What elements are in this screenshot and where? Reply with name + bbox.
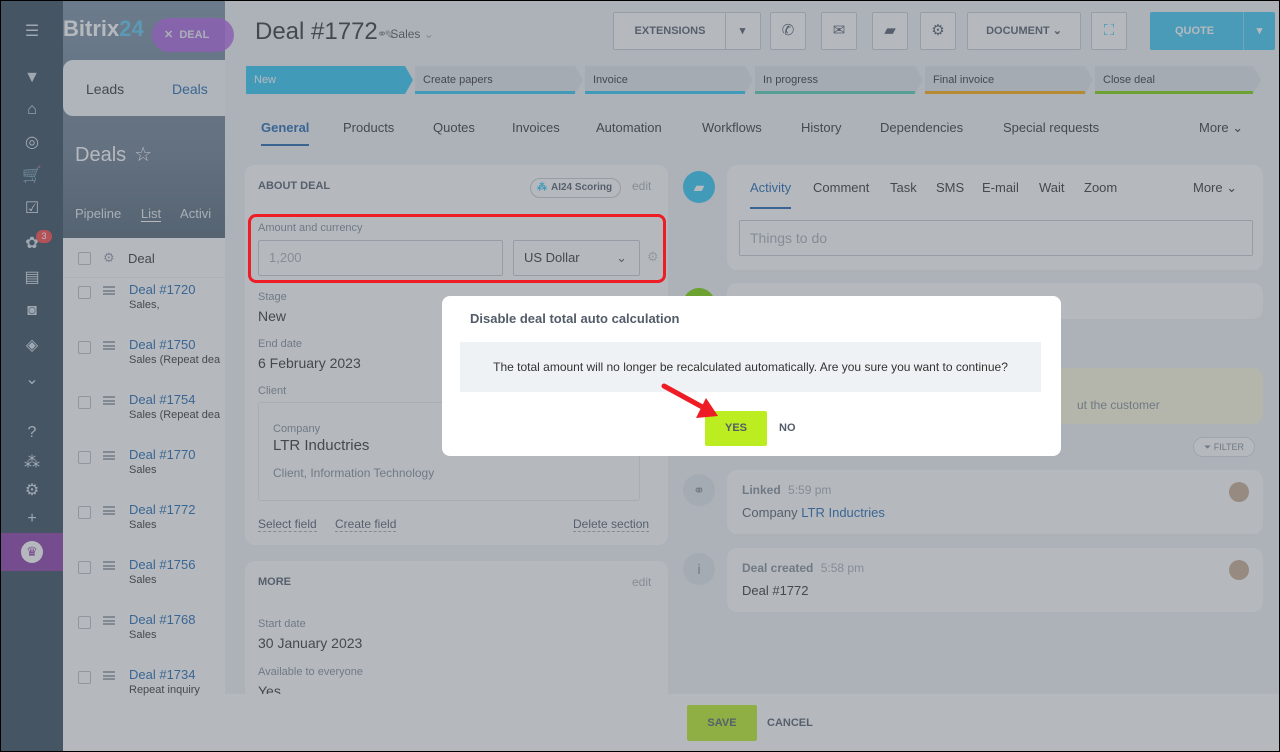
- pointer-arrow-icon: [661, 383, 718, 418]
- dialog-message: The total amount will no longer be recal…: [460, 342, 1041, 392]
- highlight-frame: [248, 214, 666, 283]
- confirm-dialog: Disable deal total auto calculation The …: [442, 296, 1061, 456]
- dialog-title: Disable deal total auto calculation: [470, 311, 680, 326]
- no-button[interactable]: NO: [779, 411, 796, 446]
